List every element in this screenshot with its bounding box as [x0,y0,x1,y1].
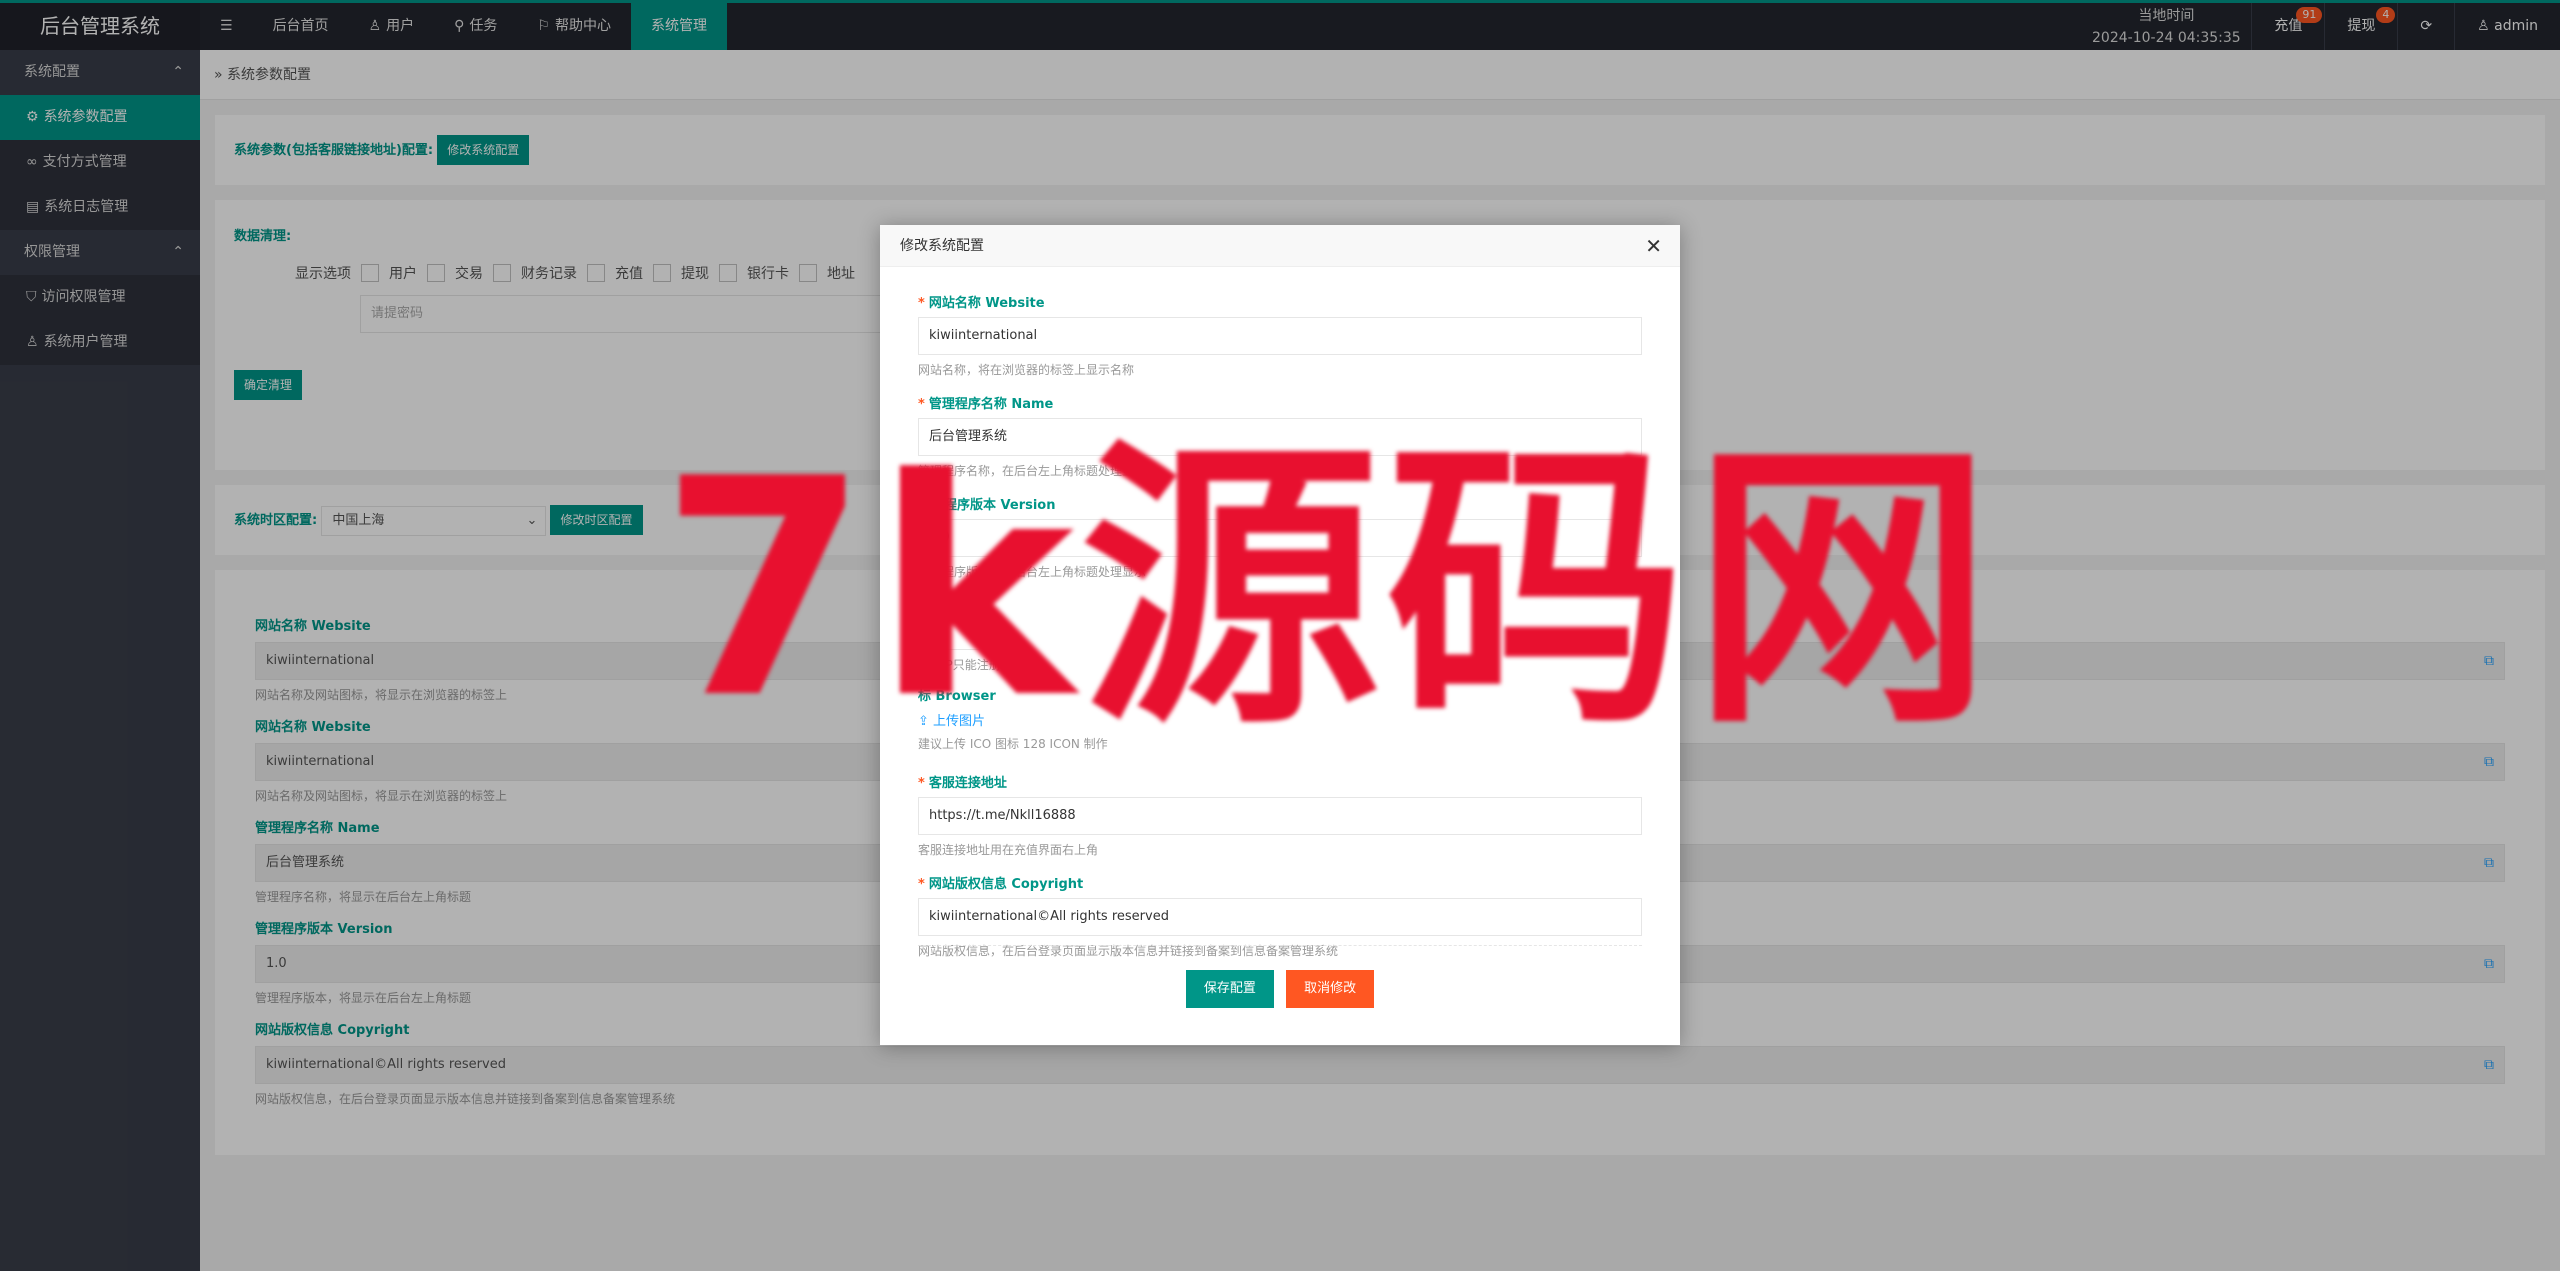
website-field: * 网站名称 Website kiwiinternational 网站名称，将在浏… [918,292,1642,378]
copyright-field: * 网站版权信息 Copyright kiwiinternational©All … [918,873,1642,959]
service-url-field: * 客服连接地址 https://t.me/Nkll16888 客服连接地址用在充… [918,772,1642,858]
modal-footer: 保存配置 取消修改 [880,970,1680,1008]
close-icon[interactable]: ✕ [1645,225,1662,267]
service-url-input[interactable]: https://t.me/Nkll16888 [918,797,1642,835]
copyright-input[interactable]: kiwiinternational©All rights reserved [918,898,1642,936]
watermark: 7k源码网 [660,415,1999,764]
website-input[interactable]: kiwiinternational [918,317,1642,355]
cancel-edit-button[interactable]: 取消修改 [1286,970,1375,1008]
divider [918,945,1642,946]
save-config-button[interactable]: 保存配置 [1185,970,1274,1008]
modal-title: 修改系统配置 [880,225,1680,267]
